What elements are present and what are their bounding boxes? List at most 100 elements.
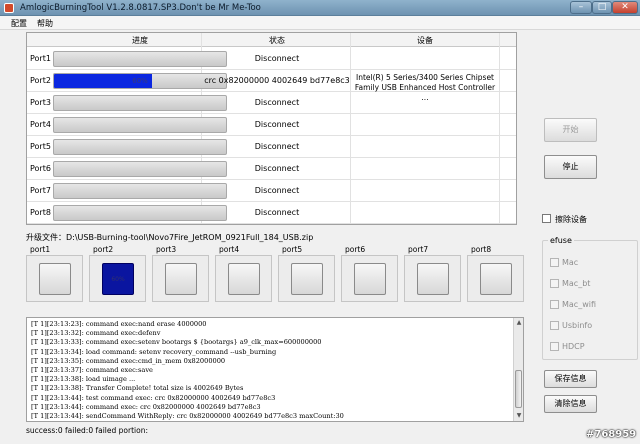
menu-config[interactable]: 配置	[8, 17, 30, 30]
port-button[interactable]	[39, 263, 71, 295]
table-row[interactable]: Port2 60% crc 0x82000000 4002649 bd77e8c3 I…	[27, 70, 516, 102]
clear-info-button[interactable]: 清除信息	[544, 395, 597, 413]
table-row[interactable]: Port3 Disconnect	[27, 92, 516, 114]
log-line: [T 1][23:13:35]: command exec:cmd_in_mem…	[31, 356, 226, 365]
log-line: [T 1][23:13:38]: load uimage ...	[31, 375, 136, 384]
efuse-checkbox	[550, 258, 559, 267]
save-info-button[interactable]: 保存信息	[544, 370, 597, 388]
app-window: AmlogicBurningTool V1.2.8.0817.SP3.Don't…	[0, 0, 640, 444]
log-line: [T 1][23:13:32]: command exec:defenv	[31, 329, 161, 338]
table-row[interactable]: Port7 Disconnect	[27, 180, 516, 202]
port-name: Port7	[30, 186, 51, 195]
port-label: port2	[93, 245, 114, 254]
table-row[interactable]: Port4 Disconnect	[27, 114, 516, 136]
progress-text: 60%	[132, 77, 148, 85]
scroll-thumb[interactable]	[515, 370, 522, 408]
port-well	[215, 255, 272, 302]
port-well: 60%	[89, 255, 146, 302]
port-label: port6	[345, 245, 366, 254]
efuse-label: HDCP	[562, 342, 585, 351]
port-box: port3	[152, 245, 209, 302]
scroll-up-icon[interactable]: ▲	[514, 318, 523, 328]
efuse-checkbox	[550, 321, 559, 330]
progress-bar	[53, 161, 227, 177]
title-bar[interactable]: AmlogicBurningTool V1.2.8.0817.SP3.Don't…	[0, 0, 640, 16]
port-well	[278, 255, 335, 302]
start-button[interactable]: 开始	[544, 118, 597, 142]
port-label: port5	[282, 245, 303, 254]
efuse-label: Usbinfo	[562, 321, 593, 330]
port-box: port7	[404, 245, 461, 302]
port-box: port6	[341, 245, 398, 302]
log-scrollbar[interactable]: ▲ ▼	[513, 318, 523, 421]
port-button[interactable]	[354, 263, 386, 295]
window-title: AmlogicBurningTool V1.2.8.0817.SP3.Don't…	[20, 3, 261, 13]
status-text: success:0 failed:0 failed portion:	[26, 426, 148, 435]
minimize-icon: –	[578, 2, 584, 12]
port-button[interactable]	[228, 263, 260, 295]
port-button[interactable]: 60%	[102, 263, 134, 295]
port-name: Port4	[30, 120, 51, 129]
port-box: port8	[467, 245, 524, 302]
progress-bar	[53, 205, 227, 221]
status-cell: Disconnect	[254, 142, 300, 151]
maximize-button[interactable]: □	[592, 1, 612, 14]
port-name: Port3	[30, 98, 51, 107]
table-row[interactable]: Port8 Disconnect	[27, 202, 516, 224]
port-name: Port1	[30, 54, 51, 63]
erase-device-label: 擦除设备	[555, 215, 587, 224]
log-panel[interactable]: [T 1][23:13:23]: command exec:nand erase…	[26, 317, 524, 422]
log-line: [T 1][23:13:38]: Transfer Complete! tota…	[31, 384, 244, 393]
port-well	[467, 255, 524, 302]
erase-device-checkbox[interactable]	[542, 214, 551, 223]
app-icon	[4, 3, 14, 13]
efuse-label: Mac	[562, 258, 579, 267]
port-button[interactable]	[480, 263, 512, 295]
progress-bar	[53, 95, 227, 111]
status-cell: Disconnect	[254, 186, 300, 195]
minimize-button[interactable]: –	[570, 1, 592, 14]
log-line: [T 1][23:13:44]: command exec: crc 0x820…	[31, 402, 261, 411]
progress-bar	[53, 117, 227, 133]
port-button[interactable]	[165, 263, 197, 295]
port-label: port1	[30, 245, 51, 254]
table-row[interactable]: Port5 Disconnect	[27, 136, 516, 158]
upgrade-file-path: 升级文件：D:\USB-Burning-tool\Novo7Fire_JetRO…	[26, 233, 314, 242]
table-row[interactable]: Port6 Disconnect	[27, 158, 516, 180]
port-box: port1	[26, 245, 83, 302]
maximize-icon: □	[597, 2, 607, 12]
menu-help[interactable]: 帮助	[34, 17, 56, 30]
watermark: #768959	[586, 429, 637, 440]
close-icon: ✕	[621, 2, 629, 12]
progress-bar: 60%	[53, 73, 227, 89]
progress-bar	[53, 51, 227, 67]
table-header: 进度 状态 设备	[27, 33, 516, 47]
port-name: Port2	[30, 76, 51, 85]
efuse-checkbox	[550, 279, 559, 288]
menu-bar: 配置 帮助	[0, 16, 640, 30]
efuse-checkbox	[550, 342, 559, 351]
stop-button[interactable]: 停止	[544, 155, 597, 179]
port-label: port4	[219, 245, 240, 254]
status-cell: Disconnect	[254, 98, 300, 107]
scroll-down-icon[interactable]: ▼	[514, 411, 523, 421]
log-line: [T 1][23:13:37]: command exec:save	[31, 366, 153, 374]
port-button[interactable]	[417, 263, 449, 295]
port-well	[404, 255, 461, 302]
efuse-label: Mac_wifi	[562, 300, 597, 309]
status-cell: Disconnect	[254, 164, 300, 173]
port-well	[26, 255, 83, 302]
log-line: [T 1][23:13:33]: command exec:setenv boo…	[31, 338, 322, 347]
column-status: 状态	[269, 36, 285, 45]
log-line: [T 1][23:13:34]: load command: setenv re…	[31, 347, 277, 356]
progress-bar	[53, 139, 227, 155]
close-button[interactable]: ✕	[612, 1, 638, 14]
port-button-text: 60%	[111, 276, 125, 283]
status-cell: crc 0x82000000 4002649 bd77e8c3	[204, 76, 350, 85]
column-device: 设备	[417, 36, 433, 45]
port-button[interactable]	[291, 263, 323, 295]
efuse-group: efuse Mac Mac_bt Mac_wifi Usbinfo HDCP	[542, 236, 638, 360]
port-name: Port8	[30, 208, 51, 217]
table-row[interactable]: Port1 Disconnect	[27, 48, 516, 70]
progress-bar	[53, 183, 227, 199]
